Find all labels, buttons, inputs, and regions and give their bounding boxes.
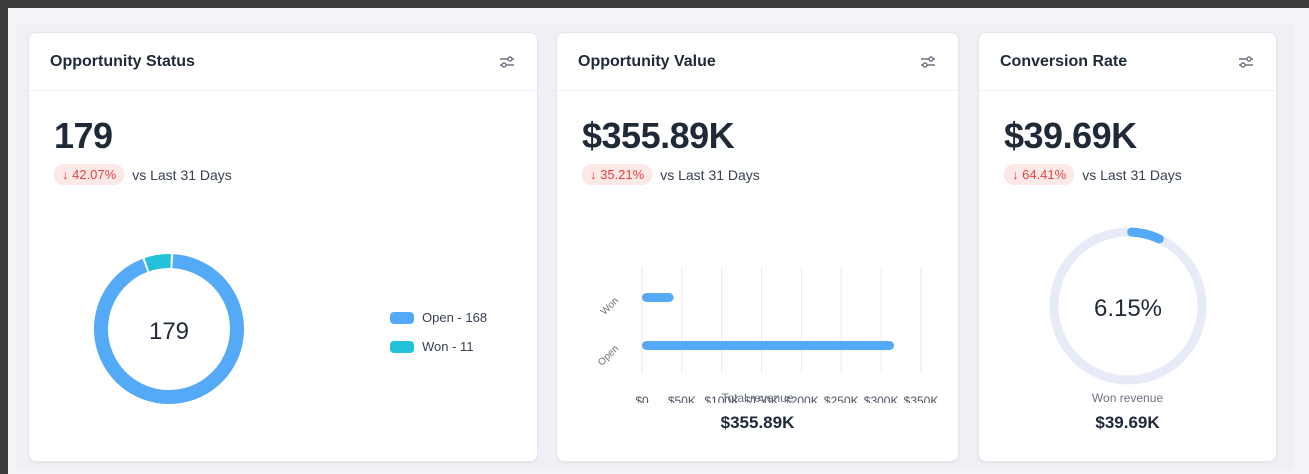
legend-item-won[interactable]: Won - 11 [390,332,487,361]
status-count-value: 179 [54,115,113,156]
won-revenue-label: Won revenue [1091,391,1164,405]
total-revenue-label: Total revenue [721,391,794,405]
delta-badge: ↓ 42.07% [54,164,125,185]
y-tick-label: Won [599,295,621,317]
card-title: Opportunity Value [578,52,716,70]
delta-comparison-text: vs Last 31 Days [1082,166,1182,183]
delta-row: ↓ 35.21% vs Last 31 Days [582,164,760,185]
gauge-progress-arc [1127,227,1164,244]
card-header: Opportunity Status [29,33,537,91]
opportunity-value-bar-chart: WonOpen$0 $50K $100K $150K $200K $250K $300K $3… [596,267,938,403]
opportunity-value-amount: $355.89K [582,115,735,156]
legend-swatch-won [390,340,414,353]
donut-legend: Open - 168 Won - 11 [390,303,487,361]
card-header: Conversion Rate [979,33,1276,91]
card-title: Conversion Rate [1000,52,1128,70]
filter-sliders-icon[interactable] [499,55,515,69]
won-revenue-value: $39.69K [1095,413,1160,432]
card-title: Opportunity Status [50,52,195,70]
conversion-rate-card: Conversion Rate $39.69K ↓ 64.41% vs Last… [978,32,1277,462]
delta-row: ↓ 42.07% vs Last 31 Days [54,164,232,185]
total-revenue-value: $355.89K [720,413,795,432]
delta-row: ↓ 64.41% vs Last 31 Days [1004,164,1182,185]
bar-open[interactable] [642,341,895,350]
conversion-value-amount: $39.69K [1004,115,1137,156]
legend-label-open: Open - 168 [422,310,488,325]
opportunity-value-card: Opportunity Value $355.89K ↓ 35.21% vs L… [556,32,959,462]
delta-badge: ↓ 35.21% [582,164,653,185]
donut-center-label: 179 [149,318,189,345]
legend-swatch-open [390,311,414,324]
delta-comparison-text: vs Last 31 Days [132,166,232,183]
y-tick-label: Open [596,343,621,368]
delta-comparison-text: vs Last 31 Days [660,166,760,183]
card-header: Opportunity Value [557,33,958,91]
bar-won[interactable] [642,293,674,302]
gauge-center-label: 6.15% [1094,295,1162,322]
filter-sliders-icon[interactable] [1238,55,1254,69]
donut-slice-won[interactable] [144,254,171,272]
legend-label-won: Won - 11 [422,339,474,354]
delta-badge: ↓ 64.41% [1004,164,1075,185]
legend-item-open[interactable]: Open - 168 [390,303,487,332]
filter-sliders-icon[interactable] [920,55,936,69]
opportunity-status-card: Opportunity Status 179 ↓ 42.07% vs Last … [28,32,538,462]
opportunity-status-donut: 179 [94,254,244,404]
conversion-rate-gauge: 6.15% [1049,227,1207,385]
